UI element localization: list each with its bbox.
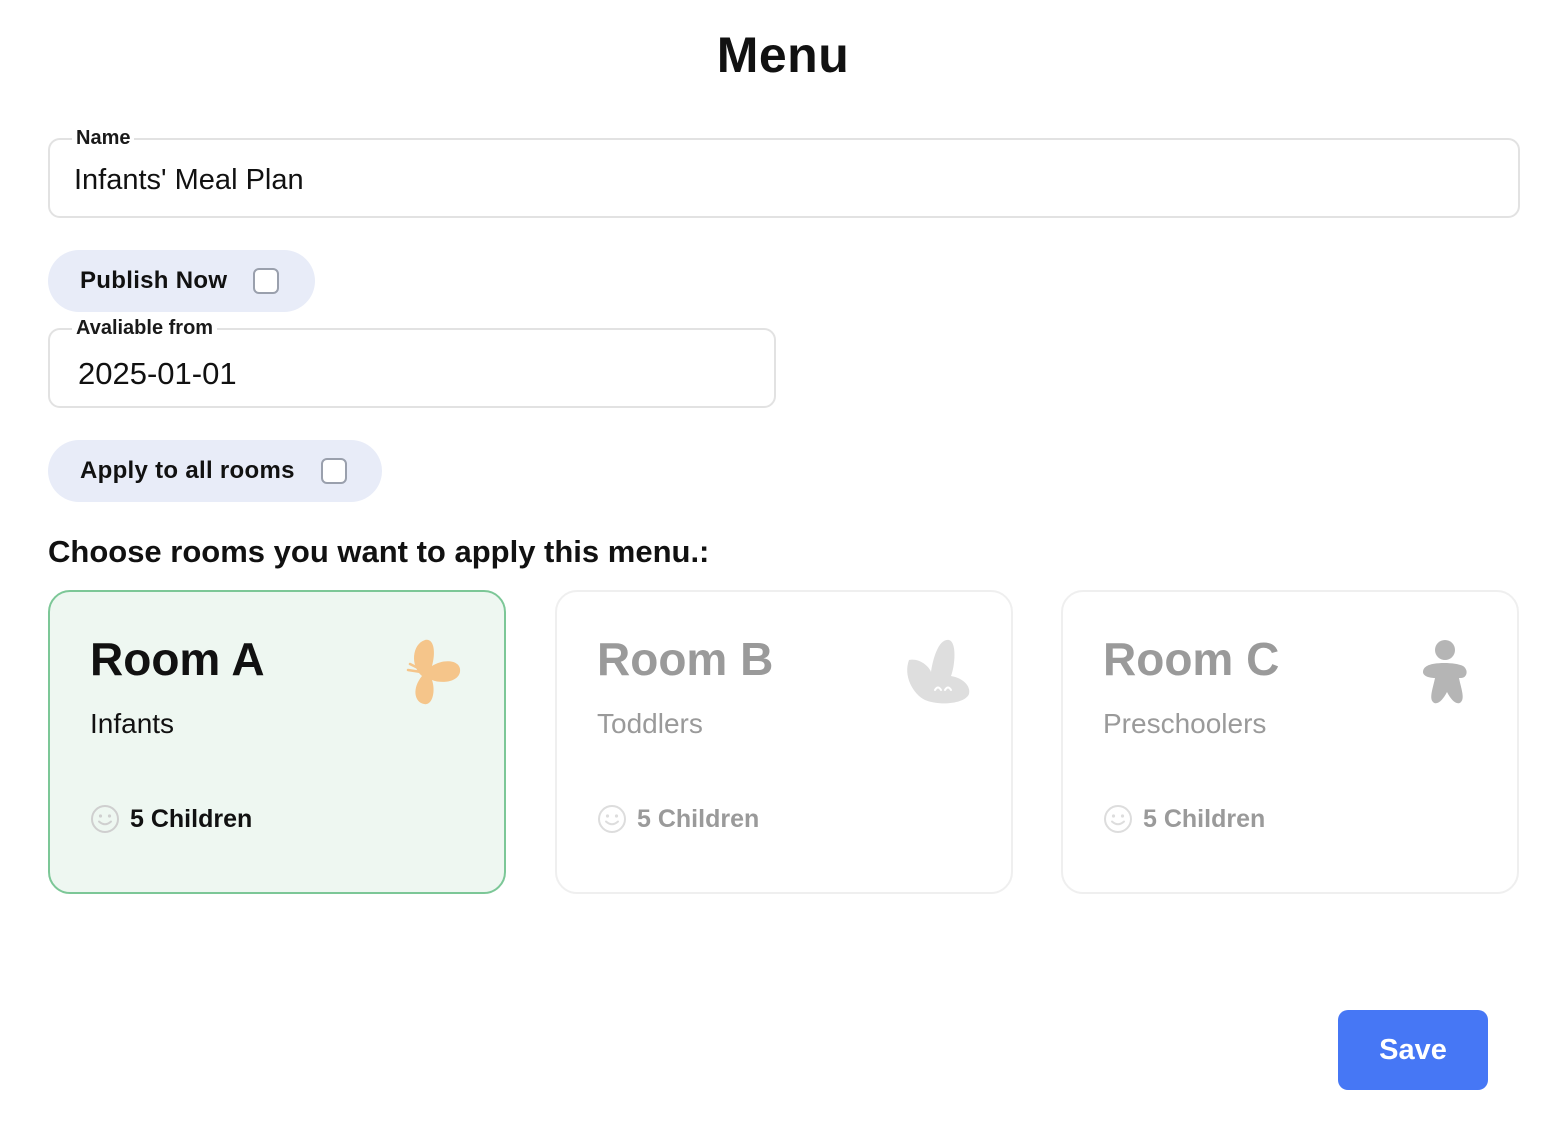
page-title: Menu — [716, 27, 850, 83]
child-figure-icon — [1423, 640, 1467, 704]
room-children-count: 5 Children — [1103, 804, 1265, 834]
room-group: Toddlers — [597, 708, 703, 739]
room-children-count: 5 Children — [90, 804, 252, 834]
room-children-label: 5 Children — [130, 804, 253, 833]
name-field-label: Name — [72, 126, 135, 150]
rooms-section-heading: Choose rooms you want to apply this menu… — [48, 534, 710, 569]
room-card-a[interactable]: Room A Infants 5 Children — [48, 590, 506, 894]
available-from-field[interactable]: Avaliable from — [48, 316, 776, 408]
room-card-b[interactable]: Room B Toddlers 5 Children — [555, 590, 1013, 894]
butterfly-icon — [406, 639, 461, 705]
room-children-count: 5 Children — [597, 804, 759, 834]
smiley-icon — [598, 805, 626, 833]
room-name: Room A — [90, 633, 265, 685]
room-card-c[interactable]: Room C Preschoolers 5 Children — [1061, 590, 1519, 894]
publish-now-checkbox[interactable] — [253, 268, 280, 294]
room-name: Room B — [597, 633, 774, 685]
smiley-icon — [91, 805, 119, 833]
available-from-label: Avaliable from — [72, 316, 218, 340]
menu-form-page: Menu Name Publish Now Avaliable from App… — [0, 0, 1566, 1148]
room-children-label: 5 Children — [1143, 804, 1266, 833]
bunny-icon — [907, 639, 970, 704]
name-input[interactable] — [74, 160, 1494, 200]
publish-now-label: Publish Now — [80, 267, 228, 294]
available-from-input[interactable] — [78, 354, 750, 394]
name-field[interactable]: Name — [48, 126, 1520, 218]
apply-all-rooms-checkbox[interactable] — [320, 458, 347, 484]
publish-now-toggle[interactable]: Publish Now — [48, 250, 315, 312]
apply-all-rooms-label: Apply to all rooms — [80, 457, 295, 484]
room-group: Infants — [90, 708, 175, 739]
apply-all-rooms-toggle[interactable]: Apply to all rooms — [48, 440, 382, 502]
room-name: Room C — [1103, 633, 1280, 685]
smiley-icon — [1104, 805, 1132, 833]
room-children-label: 5 Children — [637, 804, 760, 833]
save-button[interactable]: Save — [1338, 1010, 1488, 1090]
room-group: Preschoolers — [1103, 708, 1267, 739]
